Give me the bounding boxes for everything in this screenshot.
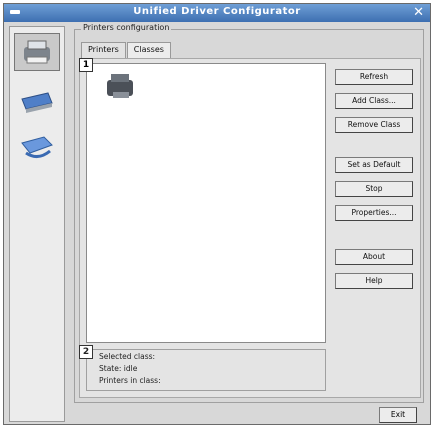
printer-class-icon	[107, 74, 133, 98]
tab-classes[interactable]: Classes	[126, 42, 171, 58]
sidebar-item-printers[interactable]	[14, 33, 60, 71]
window-title: Unified Driver Configurator	[133, 6, 301, 17]
callout-1: 1	[79, 58, 93, 72]
remove-class-button[interactable]: Remove Class	[335, 117, 413, 133]
tab-printers[interactable]: Printers	[81, 42, 126, 58]
set-as-default-button[interactable]: Set as Default	[335, 157, 413, 173]
classes-list[interactable]: 1	[79, 58, 326, 343]
stop-button[interactable]: Stop	[335, 181, 413, 197]
about-button[interactable]: About	[335, 249, 413, 265]
sidebar-item-scanners[interactable]	[14, 81, 60, 119]
add-class-button[interactable]: Add Class...	[335, 93, 413, 109]
port-icon	[21, 136, 53, 158]
main-window: Unified Driver Configurator ✕ Printers c…	[3, 3, 431, 425]
title-bar: Unified Driver Configurator ✕	[4, 4, 430, 22]
tab-bar: Printers Classes	[81, 42, 172, 58]
help-button[interactable]: Help	[335, 273, 413, 289]
printer-icon	[24, 40, 50, 64]
state-label: State: idle	[99, 364, 138, 373]
sidebar-item-ports[interactable]	[14, 127, 60, 165]
group-legend: Printers configuration	[81, 23, 172, 32]
printers-in-class-label: Printers in class:	[99, 376, 161, 385]
scanner-icon	[21, 92, 53, 113]
sidebar	[9, 26, 65, 422]
callout-2: 2	[79, 345, 93, 359]
close-icon[interactable]: ✕	[413, 5, 424, 20]
refresh-button[interactable]: Refresh	[335, 69, 413, 85]
exit-button[interactable]: Exit	[379, 407, 417, 423]
classes-tab-panel: 1 2 Selected class: State: idle Printers…	[79, 58, 421, 398]
properties-button[interactable]: Properties...	[335, 205, 413, 221]
class-item[interactable]	[101, 70, 141, 104]
printers-configuration-group: Printers configuration Printers Classes …	[74, 23, 424, 403]
selected-class-info: 2 Selected class: State: idle Printers i…	[79, 345, 326, 391]
selected-class-label: Selected class:	[99, 352, 156, 361]
